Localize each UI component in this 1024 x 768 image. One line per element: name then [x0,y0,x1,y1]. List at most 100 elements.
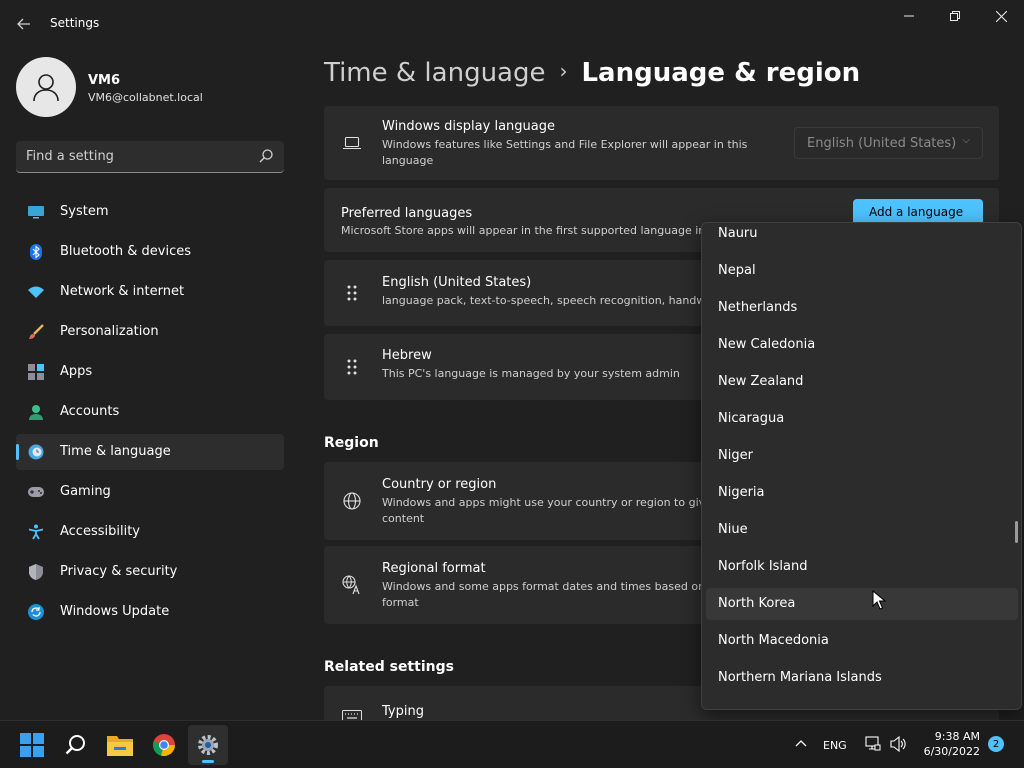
avatar[interactable] [16,57,76,117]
volume-icon[interactable] [890,736,908,752]
display-language-card: Windows display language Windows feature… [324,106,999,180]
language-title: Hebrew [382,348,432,363]
related-settings-heading: Related settings [324,659,454,675]
search-icon [65,735,85,755]
list-item[interactable]: Niue [706,514,1018,546]
display-language-value: English (United States) [807,136,957,151]
sidebar-item-accounts[interactable]: Accounts [16,394,284,430]
list-item-hovered[interactable]: North Korea [706,588,1018,620]
sidebar-item-bluetooth[interactable]: Bluetooth & devices [16,234,284,270]
settings-app-button[interactable] [188,725,228,765]
list-item[interactable]: New Zealand [706,366,1018,398]
restore-icon [950,11,960,21]
folder-icon [107,736,133,756]
windows-logo-icon [20,733,44,757]
back-button[interactable] [10,10,38,38]
language-title: English (United States) [382,275,532,290]
globe-icon [342,491,362,511]
breadcrumb: Time & language › Language & region [324,58,860,88]
user-name: VM6 [88,73,121,88]
sidebar-item-network[interactable]: Network & internet [16,274,284,310]
sidebar-item-personalization[interactable]: Personalization [16,314,284,350]
sidebar-item-label: Privacy & security [60,564,178,579]
app-title: Settings [50,16,100,30]
close-icon [995,10,1007,22]
chrome-icon [152,734,176,757]
sidebar-nav: System Bluetooth & devices Network & int… [16,194,284,634]
sidebar-item-accessibility[interactable]: Accessibility [16,514,284,550]
apps-icon [28,364,44,380]
sidebar-item-gaming[interactable]: Gaming [16,474,284,510]
minimize-button[interactable] [886,4,932,28]
taskbar: ENG 9:38 AM 6/30/2022 2 [0,720,1024,768]
update-icon [28,604,44,620]
sidebar-item-windows-update[interactable]: Windows Update [16,594,284,630]
chevron-down-icon: ⌵ [962,135,970,146]
sidebar-item-label: Accounts [60,404,120,419]
chevron-up-icon[interactable] [795,739,807,747]
clock-time: 9:38 AM [934,730,980,743]
brush-icon [28,324,44,340]
search-input[interactable] [16,141,256,172]
taskbar-clock[interactable]: 9:38 AM 6/30/2022 [918,729,980,759]
bluetooth-icon [28,244,44,260]
list-item[interactable]: North Macedonia [706,625,1018,657]
chrome-button[interactable] [144,725,184,765]
shield-icon [28,564,44,580]
regional-format-title: Regional format [382,561,486,576]
accessibility-icon [28,524,44,540]
taskbar-search-button[interactable] [56,725,96,765]
search-icon[interactable] [258,148,274,164]
drag-handle-icon[interactable] [342,283,362,303]
clock-date: 6/30/2022 [923,745,980,758]
breadcrumb-separator: › [559,59,568,83]
drag-handle-icon[interactable] [342,357,362,377]
list-item[interactable]: Nepal [706,255,1018,287]
close-button[interactable] [978,4,1024,28]
gear-icon [198,735,218,755]
sidebar-item-label: Network & internet [60,284,185,299]
sidebar-item-label: Windows Update [60,604,170,619]
display-language-select: English (United States) ⌵ [794,127,983,159]
title-bar: Settings [0,0,1024,48]
list-item[interactable]: Nicaragua [706,403,1018,435]
user-email: VM6@collabnet.local [88,91,203,104]
preferred-languages-title: Preferred languages [341,206,473,221]
sidebar-item-label: Time & language [60,444,171,459]
file-explorer-button[interactable] [100,725,140,765]
sidebar-item-system[interactable]: System [16,194,284,230]
back-arrow-icon [17,18,30,30]
active-app-indicator [202,760,214,763]
list-item[interactable]: Niger [706,440,1018,472]
maximize-button[interactable] [932,4,978,28]
notification-badge[interactable]: 2 [988,736,1004,752]
search-box[interactable] [16,141,284,173]
regional-format-desc: Windows and some apps format dates and t… [382,580,706,609]
country-dropdown-list[interactable]: Nauru Nepal Netherlands New Caledonia Ne… [701,222,1022,710]
list-item[interactable]: Norfolk Island [706,551,1018,583]
language-format-icon [342,575,362,595]
language-desc: This PC's language is managed by your sy… [382,367,680,380]
start-button[interactable] [12,725,52,765]
breadcrumb-parent[interactable]: Time & language [324,58,545,88]
sidebar-item-label: System [60,204,109,219]
display-language-title: Windows display language [382,119,555,134]
language-desc: language pack, text-to-speech, speech re… [382,294,706,307]
list-item[interactable]: New Caledonia [706,329,1018,361]
input-language-indicator[interactable]: ENG [823,739,847,752]
sidebar-item-time-language[interactable]: Time & language [16,434,284,470]
mouse-cursor-icon [872,590,886,610]
minimize-icon [904,15,914,17]
accounts-icon [28,404,44,420]
sidebar-item-privacy[interactable]: Privacy & security [16,554,284,590]
user-icon [33,74,59,102]
list-item[interactable]: Northern Mariana Islands [706,662,1018,694]
sidebar-item-label: Bluetooth & devices [60,244,191,259]
sidebar-item-apps[interactable]: Apps [16,354,284,390]
list-item[interactable]: Nauru [706,223,1018,250]
list-item[interactable]: Netherlands [706,292,1018,324]
dropdown-scrollbar[interactable] [1015,521,1018,543]
add-language-button[interactable]: Add a language [853,199,983,223]
network-icon[interactable] [865,736,881,752]
list-item[interactable]: Nigeria [706,477,1018,509]
